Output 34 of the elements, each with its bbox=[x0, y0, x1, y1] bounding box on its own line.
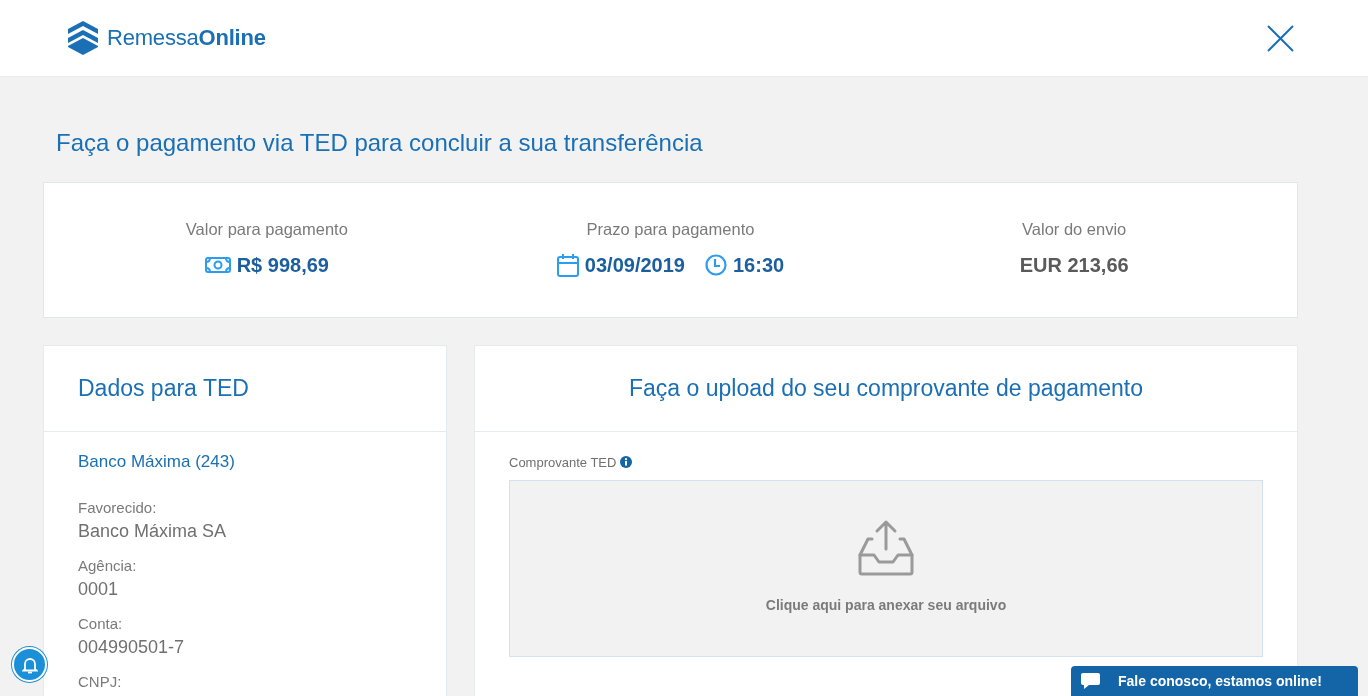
info-icon bbox=[620, 456, 633, 468]
field-value: 0001 bbox=[78, 578, 119, 601]
page-title: Faça o pagamento via TED para concluir a sua transferência bbox=[56, 128, 703, 158]
summary-label: Valor para pagamento bbox=[185, 219, 348, 239]
amount-text: 16:30 bbox=[732, 253, 785, 278]
field-value: 004990501-7 bbox=[78, 636, 185, 659]
logo-icon bbox=[68, 21, 98, 55]
chat-bubble-icon bbox=[1081, 672, 1100, 690]
bell-icon bbox=[21, 655, 38, 674]
card-title: Dados para TED bbox=[78, 375, 249, 402]
field-label: Agência: bbox=[78, 557, 137, 575]
clock-icon bbox=[704, 254, 727, 276]
banknote-icon bbox=[204, 255, 231, 275]
dropzone-text: Clique aqui para anexar seu arquivo bbox=[765, 597, 1007, 613]
close-icon bbox=[1266, 24, 1294, 52]
file-dropzone[interactable]: Clique aqui para anexar seu arquivo bbox=[509, 480, 1263, 657]
field-label: Conta: bbox=[78, 615, 123, 633]
field-value: Banco Máxima SA bbox=[78, 520, 227, 543]
amount-text: 03/09/2019 bbox=[584, 253, 685, 278]
field-label: CNPJ: bbox=[78, 673, 122, 691]
amount-text: EUR 213,66 bbox=[1019, 253, 1129, 278]
upload-tray-icon bbox=[857, 519, 915, 577]
calendar-icon bbox=[556, 253, 579, 277]
summary-label: Valor do envio bbox=[1022, 219, 1127, 239]
bank-name: Banco Máxima (243) bbox=[78, 452, 235, 472]
upload-label: Comprovante TED bbox=[509, 454, 617, 470]
amount-text: R$ 998,69 bbox=[236, 253, 329, 278]
close-button[interactable] bbox=[1266, 24, 1294, 52]
summary-label: Prazo para pagamento bbox=[586, 219, 755, 239]
notification-button[interactable] bbox=[12, 647, 47, 682]
chat-button[interactable]: Fale conosco, estamos online! bbox=[1071, 666, 1358, 696]
field-label: Favorecido: bbox=[78, 499, 157, 517]
card-title: Faça o upload do seu comprovante de pagamento bbox=[629, 375, 1143, 402]
logo-text: RemessaOnline bbox=[107, 25, 266, 51]
